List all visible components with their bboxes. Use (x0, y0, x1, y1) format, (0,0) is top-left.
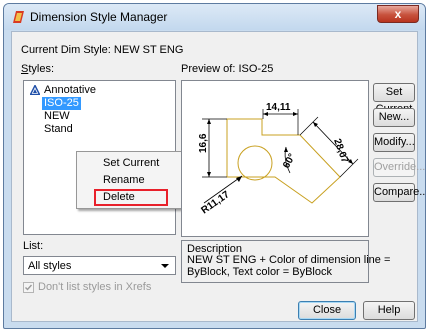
chevron-down-icon (161, 264, 169, 268)
annotative-triangle-icon (30, 85, 40, 95)
new-button[interactable]: New... (373, 108, 415, 127)
preview-label: Preview of: ISO-25 (181, 63, 274, 75)
menu-delete[interactable]: Delete (103, 189, 135, 205)
list-label: List: (23, 240, 44, 252)
current-dim-style-label: Current Dim Style: NEW ST ENG (21, 44, 184, 56)
help-label: Help (377, 304, 401, 316)
modify-button[interactable]: Modify... (373, 133, 415, 152)
checkmark-icon (25, 284, 33, 291)
description-line-1: NEW ST ENG + Color of dimension line = (187, 254, 391, 266)
style-preview: 14,11 16,6 28,07 60° R11,17 (181, 80, 369, 237)
close-label: Close (312, 304, 342, 316)
description-line-2: ByBlock, Text color = ByBlock (187, 266, 332, 278)
modify-label: Modify... (374, 136, 415, 148)
dialog-window: Dimension Style Manager x Current Dim St… (3, 3, 426, 329)
style-item-iso-25[interactable]: ISO-25 (42, 97, 81, 110)
style-item-new[interactable]: NEW (42, 110, 72, 123)
styles-list[interactable]: Annotative ISO-25 NEW Stand Set Current … (23, 80, 184, 235)
list-filter-value: All styles (28, 260, 72, 272)
styles-label: Styles: (21, 63, 55, 75)
list-filter-dropdown[interactable]: All styles (23, 256, 176, 275)
dim-text-top: 14,11 (266, 102, 291, 113)
xrefs-checkbox[interactable] (23, 282, 34, 293)
compare-button[interactable]: Compare... (373, 183, 425, 202)
new-label: New... (378, 111, 410, 123)
title-bar[interactable]: Dimension Style Manager x (4, 4, 425, 30)
override-label: Override... (374, 161, 426, 173)
menu-rename[interactable]: Rename (103, 172, 145, 188)
set-current-button[interactable]: Set Current (373, 83, 415, 115)
close-icon: x (394, 7, 402, 21)
xrefs-label: Don't list styles in Xrefs (38, 281, 152, 293)
context-menu: Set Current Rename Delete (76, 151, 184, 209)
menu-set-current[interactable]: Set Current (103, 155, 159, 171)
window-title: Dimension Style Manager (30, 10, 168, 24)
compare-label: Compare... (374, 186, 426, 198)
close-window-button[interactable]: x (377, 5, 419, 23)
dimension-preview-drawing: 14,11 16,6 28,07 60° R11,17 (198, 102, 359, 216)
description-box: Description NEW ST ENG + Color of dimens… (181, 240, 390, 283)
dialog-body: Current Dim Style: NEW ST ENG Styles: Pr… (11, 31, 425, 322)
override-button[interactable]: Override... (373, 158, 425, 177)
dim-text-diagonal: 28,07 (331, 137, 350, 165)
dim-text-left: 16,6 (198, 133, 209, 153)
styles-label-text: tyles: (28, 63, 55, 75)
style-item-standard[interactable]: Stand (42, 123, 75, 136)
close-button[interactable]: Close (298, 301, 356, 320)
style-item-annotative[interactable]: Annotative (42, 84, 98, 97)
help-button[interactable]: Help (363, 301, 415, 320)
dim-text-angle: 60° (281, 152, 298, 171)
autocad-icon (13, 11, 24, 23)
